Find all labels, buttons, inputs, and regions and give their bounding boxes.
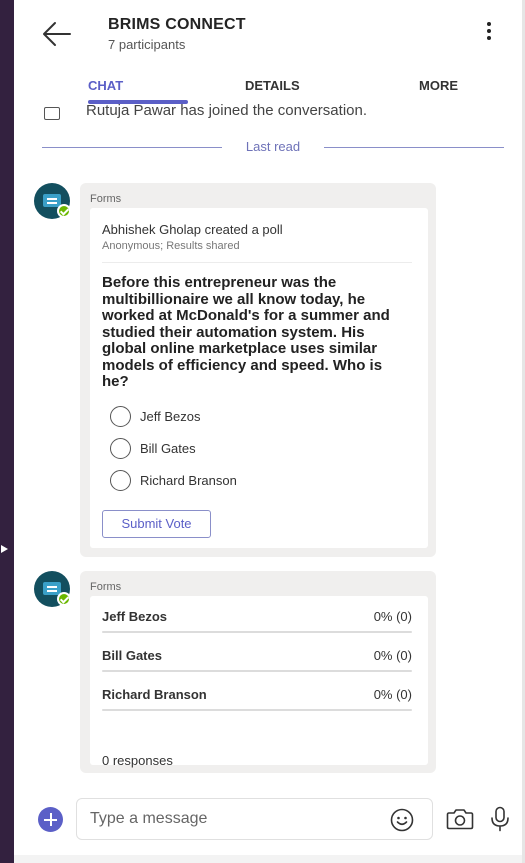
emoji-icon[interactable] bbox=[390, 808, 414, 832]
poll-option[interactable]: Bill Gates bbox=[110, 438, 330, 460]
poll-author: Abhishek Gholap created a poll bbox=[102, 222, 283, 237]
message-sender: Forms bbox=[90, 193, 122, 205]
poll-option[interactable]: Richard Branson bbox=[110, 470, 330, 492]
result-bar bbox=[102, 709, 412, 711]
result-option-name: Jeff Bezos bbox=[102, 609, 168, 624]
forms-bot-avatar[interactable] bbox=[34, 183, 71, 219]
poll-option[interactable]: Jeff Bezos bbox=[110, 406, 330, 428]
add-icon[interactable] bbox=[38, 807, 63, 832]
result-bar bbox=[102, 670, 412, 672]
microphone-icon[interactable] bbox=[489, 806, 511, 832]
result-row: Richard Branson 0% (0) bbox=[102, 687, 412, 713]
chat-title: BRIMS CONNECT bbox=[108, 16, 246, 33]
system-message-text: Rutuja Pawar has joined the conversation… bbox=[86, 102, 368, 119]
poll-option-label: Jeff Bezos bbox=[140, 409, 201, 424]
poll-question: Before this entrepreneur was the multibi… bbox=[102, 274, 390, 390]
results-card: Jeff Bezos 0% (0) Bill Gates 0% (0) Rich… bbox=[90, 596, 428, 768]
bottom-edge bbox=[14, 855, 522, 863]
poll-option-label: Bill Gates bbox=[140, 441, 196, 456]
result-option-name: Richard Branson bbox=[102, 687, 207, 702]
poll-message: Forms Abhishek Gholap created a poll Ano… bbox=[80, 183, 436, 557]
calendar-icon bbox=[44, 107, 60, 120]
forms-bot-avatar[interactable] bbox=[34, 571, 71, 607]
radio-button[interactable] bbox=[110, 438, 131, 459]
camera-icon[interactable] bbox=[446, 808, 474, 830]
active-tab-indicator bbox=[88, 100, 188, 104]
cursor-pointer-icon bbox=[1, 545, 8, 553]
result-percent: 0% (0) bbox=[373, 687, 412, 702]
divider bbox=[102, 262, 412, 263]
message-input[interactable] bbox=[76, 798, 433, 840]
tab-more[interactable]: MORE bbox=[419, 78, 458, 93]
presence-available-icon bbox=[57, 204, 71, 218]
message-composer bbox=[14, 790, 522, 850]
radio-button[interactable] bbox=[110, 470, 131, 491]
result-row: Bill Gates 0% (0) bbox=[102, 648, 412, 674]
teams-chat-screen: BRIMS CONNECT 7 participants CHAT DETAIL… bbox=[14, 0, 522, 863]
tab-details[interactable]: DETAILS bbox=[245, 78, 300, 93]
result-percent: 0% (0) bbox=[373, 648, 412, 663]
kebab-menu-icon[interactable] bbox=[481, 22, 497, 44]
chat-header: BRIMS CONNECT 7 participants CHAT DETAIL… bbox=[14, 0, 522, 104]
result-row: Jeff Bezos 0% (0) bbox=[102, 609, 412, 635]
result-option-name: Bill Gates bbox=[102, 648, 162, 663]
radio-button[interactable] bbox=[110, 406, 131, 427]
result-bar bbox=[102, 631, 412, 633]
poll-card: Abhishek Gholap created a poll Anonymous… bbox=[90, 208, 428, 548]
presence-available-icon bbox=[57, 592, 71, 606]
responses-count: 0 responses bbox=[102, 753, 173, 768]
poll-settings: Anonymous; Results shared bbox=[102, 240, 240, 252]
last-read-divider: Last read bbox=[42, 138, 504, 156]
participants-count: 7 participants bbox=[108, 37, 186, 52]
result-percent: 0% (0) bbox=[373, 609, 412, 624]
poll-option-label: Richard Branson bbox=[140, 473, 237, 488]
arrow-left-icon[interactable] bbox=[42, 21, 72, 47]
background-window-edge bbox=[0, 0, 14, 863]
tab-chat[interactable]: CHAT bbox=[88, 78, 123, 93]
message-sender: Forms bbox=[90, 581, 122, 593]
results-message: Forms Jeff Bezos 0% (0) Bill Gates 0% (0… bbox=[80, 571, 436, 773]
submit-vote-button[interactable]: Submit Vote bbox=[102, 510, 211, 538]
